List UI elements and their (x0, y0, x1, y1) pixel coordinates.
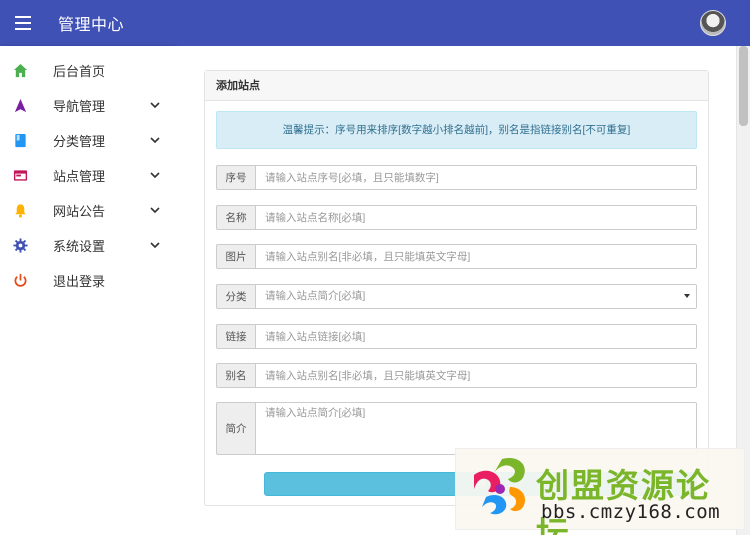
chevron-down-icon (150, 137, 160, 144)
sidebar-item-announcement[interactable]: 网站公告 (0, 193, 176, 228)
form-row-link: 链接 (216, 324, 697, 349)
chevron-down-icon (150, 172, 160, 179)
sidebar-item-home[interactable]: 后台首页 (0, 53, 176, 88)
form-row-alias: 别名 (216, 363, 697, 388)
alias-input[interactable] (256, 363, 697, 388)
image-input[interactable] (256, 244, 697, 269)
power-icon (12, 273, 28, 289)
image-label: 图片 (216, 244, 256, 269)
app-title: 管理中心 (58, 17, 125, 34)
chevron-down-icon (150, 102, 160, 109)
sidebar-item-category[interactable]: 分类管理 (0, 123, 176, 158)
name-label: 名称 (216, 205, 256, 230)
top-app-bar: 管理中心 (0, 0, 750, 46)
sidebar-item-label: 站点管理 (53, 169, 106, 184)
sidebar-item-navigation[interactable]: 导航管理 (0, 88, 176, 123)
link-label: 链接 (216, 324, 256, 349)
sidebar-item-settings[interactable]: 系统设置 (0, 228, 176, 263)
sidebar-item-label: 网站公告 (53, 204, 106, 219)
book-icon (12, 133, 28, 149)
category-selected-value: 请输入站点简介[必填] (265, 290, 366, 302)
bell-icon (12, 203, 28, 219)
gear-icon (12, 238, 28, 254)
form-row-order: 序号 (216, 165, 697, 190)
link-input[interactable] (256, 324, 697, 349)
form-row-category: 分类 请输入站点简介[必填] (216, 284, 697, 309)
sidebar-item-label: 后台首页 (53, 64, 106, 79)
forum-logo-icon (474, 457, 526, 515)
alias-label: 别名 (216, 363, 256, 388)
hamburger-menu-icon[interactable] (0, 0, 46, 46)
name-input[interactable] (256, 205, 697, 230)
order-label: 序号 (216, 165, 256, 190)
chevron-down-icon (150, 207, 160, 214)
form-row-image: 图片 (216, 244, 697, 269)
sidebar-item-logout[interactable]: 退出登录 (0, 263, 176, 298)
order-input[interactable] (256, 165, 697, 190)
category-select[interactable]: 请输入站点简介[必填] (256, 284, 697, 309)
form-row-name: 名称 (216, 205, 697, 230)
panel-title: 添加站点 (205, 71, 708, 101)
watermark-overlay: 创盟资源论坛 bbs.cmzy168.com (455, 448, 745, 535)
sidebar: 后台首页 导航管理 分类管理 站点管理 网站公告 系统设置 退出登录 (0, 46, 176, 535)
home-icon (12, 63, 28, 79)
sidebar-item-label: 导航管理 (53, 99, 106, 114)
sidebar-item-sites[interactable]: 站点管理 (0, 158, 176, 193)
web-icon (12, 168, 28, 184)
add-site-panel: 添加站点 温馨提示：序号用来排序[数字越小排名越前]，别名是指链接别名[不可重复… (204, 70, 709, 506)
user-avatar[interactable] (700, 10, 726, 36)
watermark-url: bbs.cmzy168.com (541, 501, 721, 523)
dropdown-caret-icon (684, 294, 690, 298)
info-alert: 温馨提示：序号用来排序[数字越小排名越前]，别名是指链接别名[不可重复] (216, 111, 697, 149)
chevron-down-icon (150, 242, 160, 249)
navigation-icon (12, 98, 28, 114)
sidebar-item-label: 退出登录 (53, 274, 106, 289)
category-label: 分类 (216, 284, 256, 309)
sidebar-item-label: 分类管理 (53, 134, 106, 149)
watermark-title: 创盟资源论坛 (536, 466, 711, 535)
intro-label: 简介 (216, 402, 256, 455)
scrollbar-thumb[interactable] (739, 46, 748, 126)
sidebar-item-label: 系统设置 (53, 239, 106, 254)
